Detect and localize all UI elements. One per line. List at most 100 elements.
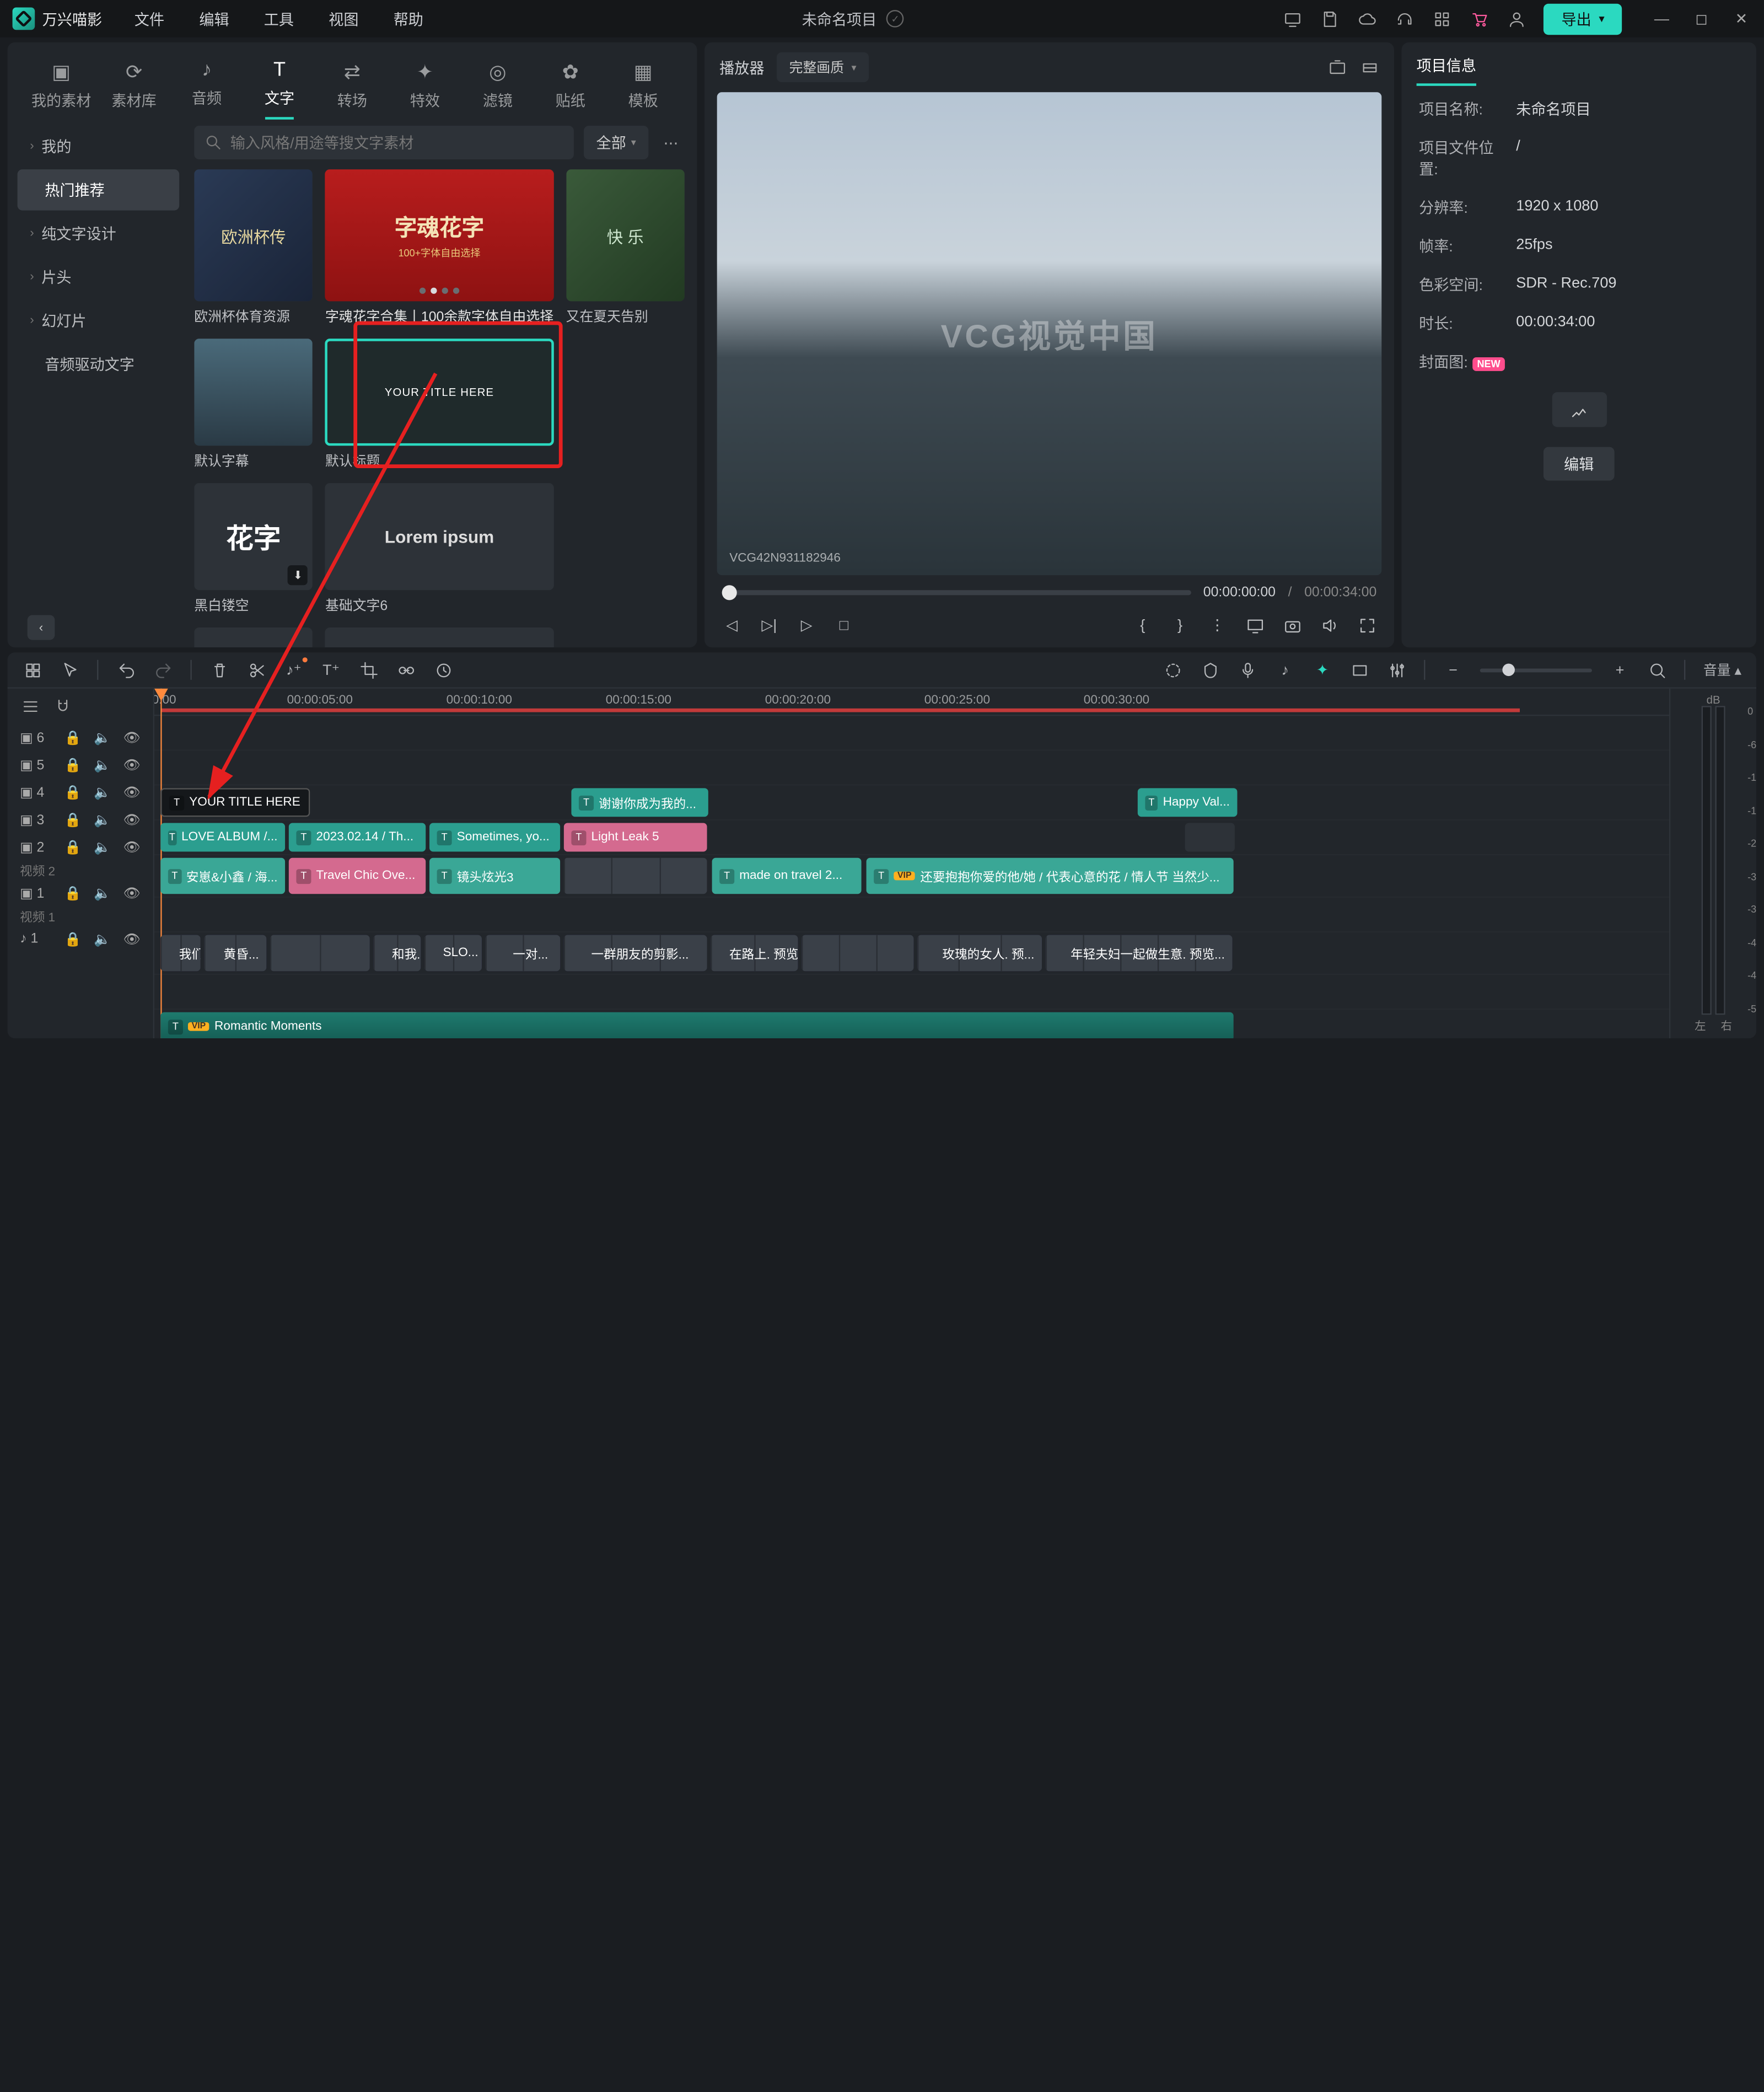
lock-icon[interactable]: 🔒	[64, 836, 82, 856]
track-header[interactable]: ▣ 6🔒🔈👁	[8, 723, 153, 751]
category-item[interactable]: 片头	[18, 256, 180, 298]
collapse-sidebar-icon[interactable]: ‹	[28, 615, 55, 640]
asset-card[interactable]: Lorem ipsum基础文字6	[325, 483, 553, 615]
clip[interactable]: T一对...	[486, 935, 560, 971]
mute-icon[interactable]: 🔈	[94, 836, 111, 856]
visibility-icon[interactable]: 👁	[123, 754, 141, 774]
undo-icon[interactable]	[116, 660, 136, 680]
asset-card[interactable]: 快 乐又在夏天告别	[566, 169, 685, 326]
fullscreen-icon[interactable]	[1357, 615, 1376, 635]
pointer-icon[interactable]	[60, 660, 79, 680]
camera-icon[interactable]	[1282, 615, 1302, 635]
track-header[interactable]: ▣ 4🔒🔈👁	[8, 778, 153, 806]
volume-icon[interactable]	[1319, 615, 1339, 635]
headset-icon[interactable]	[1395, 9, 1415, 29]
lock-icon[interactable]: 🔒	[64, 727, 82, 747]
media-tab-folder[interactable]: ▣我的素材	[25, 52, 98, 119]
clip[interactable]	[270, 935, 370, 971]
zoom-out-icon[interactable]: −	[1443, 660, 1463, 680]
media-tab-cloud[interactable]: ⟳素材库	[98, 52, 170, 119]
play-pause-icon[interactable]: ▷|	[759, 615, 779, 635]
music-note-icon[interactable]: ♪	[1275, 660, 1295, 680]
clip[interactable]: T安崽&小鑫 / 海...	[160, 858, 285, 894]
text-tool-icon[interactable]: T⁺	[321, 660, 341, 680]
filter-dropdown[interactable]: 全部	[584, 126, 648, 159]
clip[interactable]: T我们	[160, 935, 200, 971]
settings-dots-icon[interactable]: ⋮	[1207, 615, 1227, 635]
window-close-icon[interactable]: ✕	[1731, 9, 1751, 29]
clip[interactable]: Tmade on travel 2...	[712, 858, 862, 894]
zoom-in-icon[interactable]: +	[1610, 660, 1630, 680]
clip[interactable]: T一群朋友的剪影...	[564, 935, 707, 971]
track-header[interactable]: ▣ 3🔒🔈👁	[8, 806, 153, 833]
clip[interactable]: T和我...	[373, 935, 421, 971]
quality-dropdown[interactable]: 完整画质	[777, 52, 869, 82]
asset-card[interactable]: 默认字幕	[194, 339, 313, 470]
ratio-icon[interactable]	[1350, 660, 1370, 680]
clip[interactable]: TLOVE ALBUM /...	[160, 823, 285, 852]
visibility-icon[interactable]: 👁	[123, 782, 141, 802]
media-tab-sticker[interactable]: ✿贴纸	[534, 52, 607, 119]
redo-icon[interactable]	[153, 660, 173, 680]
prev-frame-icon[interactable]: ◁	[722, 615, 742, 635]
window-maximize-icon[interactable]: ◻	[1692, 9, 1712, 29]
category-item[interactable]: 幻灯片	[18, 300, 180, 341]
mute-icon[interactable]: 🔈	[94, 883, 111, 903]
menu-view[interactable]: 视图	[329, 8, 358, 29]
track-header[interactable]: ▣ 5🔒🔈👁	[8, 751, 153, 779]
category-item[interactable]: 音频驱动文字	[18, 344, 180, 385]
speed-icon[interactable]	[433, 660, 453, 680]
media-tab-sparkle[interactable]: ✦特效	[389, 52, 461, 119]
delete-icon[interactable]	[209, 660, 229, 680]
track-row[interactable]	[154, 751, 1669, 786]
display-icon[interactable]	[1245, 615, 1265, 635]
apps-icon[interactable]	[1432, 9, 1452, 29]
cloud-icon[interactable]	[1357, 9, 1377, 29]
media-tab-filter[interactable]: ◎滤镜	[461, 52, 534, 119]
lock-icon[interactable]: 🔒	[64, 929, 82, 948]
edit-button[interactable]: 编辑	[1544, 447, 1614, 481]
tracks-list-icon[interactable]	[20, 696, 40, 716]
clip[interactable]: T年轻夫妇一起做生意. 预览...	[1046, 935, 1233, 971]
mute-icon[interactable]: 🔈	[94, 754, 111, 774]
clip[interactable]: TTravel Chic Ove...	[289, 858, 426, 894]
clip[interactable]: TYOUR TITLE HERE	[160, 788, 310, 817]
lock-icon[interactable]: 🔒	[64, 754, 82, 774]
account-icon[interactable]	[1507, 9, 1526, 29]
clip[interactable]: T在路上. 预览...	[711, 935, 798, 971]
track-row[interactable]: T我们T黄昏...T和我...TSLO...T一对...T一群朋友的剪影...T…	[154, 932, 1669, 975]
mute-icon[interactable]: 🔈	[94, 929, 111, 948]
track-row[interactable]: T安崽&小鑫 / 海...TTravel Chic Ove...T镜头炫光3 Tm…	[154, 855, 1669, 898]
snapshot-icon[interactable]	[1327, 57, 1347, 77]
clip[interactable]: T2023.02.14 / Th...	[289, 823, 426, 852]
category-item[interactable]: 热门推荐	[18, 169, 180, 211]
asset-card[interactable]: 花字	[194, 627, 313, 647]
split-icon[interactable]	[246, 660, 266, 680]
mixer-icon[interactable]	[1387, 660, 1407, 680]
visibility-icon[interactable]: 👁	[123, 929, 141, 948]
cover-thumbnail[interactable]	[1552, 392, 1606, 427]
layout-icon[interactable]	[23, 660, 42, 680]
hero-banner[interactable]: 字魂花字100+字体自由选择字魂花字合集丨100余款字体自由选择	[325, 169, 553, 326]
clip[interactable]	[564, 858, 707, 894]
track-header[interactable]: ▣ 2🔒🔈👁	[8, 833, 153, 861]
menu-help[interactable]: 帮助	[394, 8, 423, 29]
clip[interactable]: T镜头炫光3	[429, 858, 560, 894]
asset-card[interactable]: 花字⬇黑白镂空	[194, 483, 313, 615]
track-header[interactable]: ♪ 1🔒🔈👁	[8, 925, 153, 953]
marker-icon[interactable]	[1201, 660, 1220, 680]
category-item[interactable]: 我的	[18, 126, 180, 167]
clip[interactable]: TLight Leak 5	[564, 823, 707, 852]
timeline-ruler[interactable]: 00:0000:00:05:0000:00:10:0000:00:15:0000…	[154, 689, 1669, 716]
track-row[interactable]: TYOUR TITLE HERET谢谢你成为我的...THappy Val...	[154, 786, 1669, 820]
clip[interactable]	[1185, 823, 1235, 852]
visibility-icon[interactable]: 👁	[123, 836, 141, 856]
asset-card[interactable]: YOUR TITLE HERE默认标题	[325, 339, 553, 470]
clip[interactable]: TVIP还要抱抱你爱的他/她 / 代表心意的花 / 情人节 当然少...	[867, 858, 1234, 894]
visibility-icon[interactable]: 👁	[123, 809, 141, 829]
window-minimize-icon[interactable]: —	[1652, 9, 1671, 29]
search-input[interactable]: 输入风格/用途等搜文字素材	[194, 126, 574, 159]
clip[interactable]: TSometimes, yo...	[429, 823, 560, 852]
info-tab[interactable]: 项目信息	[1402, 42, 1757, 86]
clip[interactable]	[802, 935, 913, 971]
